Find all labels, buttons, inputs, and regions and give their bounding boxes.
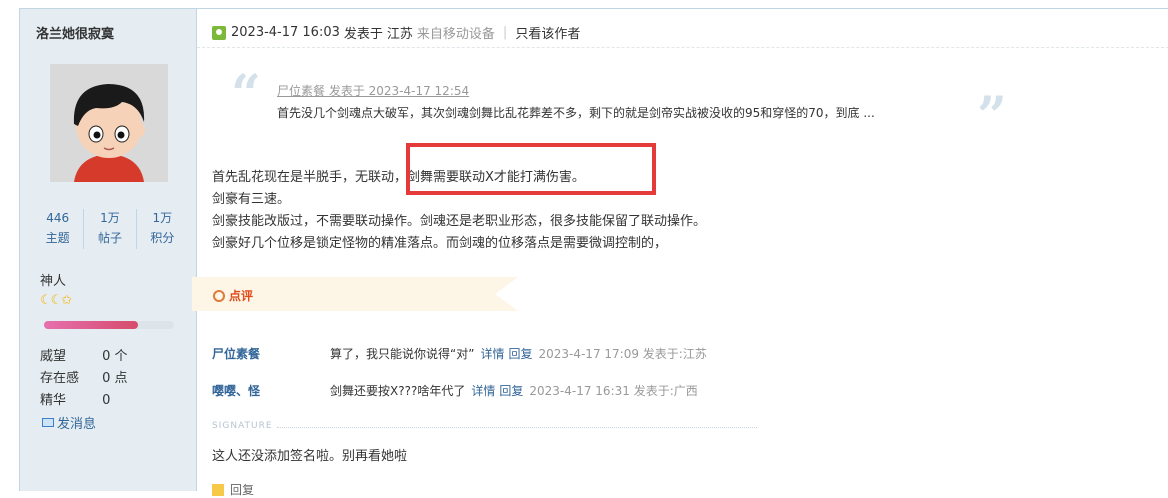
rank-progress-fill	[44, 321, 138, 329]
forum-post: 洛兰她很寂寞 446 主题 1万 帖子 1万 积分 神人 ☾☾✩ 威望 0 个 …	[19, 8, 1168, 497]
field-digest-key: 精华	[40, 393, 67, 408]
stat-topics-count: 446	[46, 211, 70, 225]
field-digest-value: 0	[102, 393, 111, 408]
header-divider: |	[502, 25, 508, 40]
avatar-image	[50, 64, 168, 182]
author-name[interactable]: 洛兰她很寂寞	[36, 23, 114, 42]
field-prestige: 威望 0 个	[40, 345, 128, 364]
signature-text: 这人还没添加签名啦。别再看她啦	[212, 449, 408, 464]
only-author-link[interactable]: 只看该作者	[515, 23, 580, 42]
stat-posts-label: 帖子	[97, 231, 122, 245]
field-prestige-key: 威望	[40, 349, 67, 364]
comment-text: 剑舞还要按X???啥年代了	[330, 384, 466, 398]
stat-topics-label: 主题	[45, 231, 70, 245]
quote-author-link[interactable]: 尸位素餐 发表于 2023-4-17 12:54	[277, 82, 469, 99]
red-highlight-box	[406, 143, 656, 195]
field-presence-key: 存在感	[40, 371, 80, 386]
avatar[interactable]	[50, 64, 168, 182]
field-presence-value: 0 点	[102, 371, 128, 386]
comment-section-label: 点评	[213, 287, 253, 304]
comment-label-text: 点评	[229, 289, 254, 303]
comment-detail-link[interactable]: 详情	[471, 382, 495, 399]
stat-posts[interactable]: 1万 帖子	[83, 209, 135, 249]
author-stats: 446 主题 1万 帖子 1万 积分	[32, 209, 188, 249]
user-rank[interactable]: 神人	[40, 270, 66, 289]
field-prestige-value: 0 个	[102, 349, 128, 364]
send-message-label: 发消息	[57, 417, 97, 432]
comment-reply-link[interactable]: 回复	[508, 345, 532, 362]
post-location: 江苏	[386, 27, 413, 42]
rank-moon-icons: ☾☾✩	[40, 293, 72, 308]
stat-points-label: 积分	[150, 231, 175, 245]
send-message-link[interactable]: 发消息	[42, 413, 96, 432]
post-datetime: 2023-4-17 16:03	[231, 25, 340, 40]
posted-in-label: 发表于	[343, 27, 383, 42]
header-divider-line	[197, 47, 1168, 48]
mail-icon	[42, 418, 54, 427]
close-quote-icon: ”	[977, 86, 1007, 147]
comment-meta: 2023-4-17 16:31 发表于:广西	[529, 384, 698, 398]
comment-user-link[interactable]: 尸位素餐	[212, 345, 330, 362]
signature-label: SIGNATURE	[212, 421, 273, 431]
post-line: 剑豪好几个位移是锁定怪物的精准落点。而剑魂的位移落点是需要微调控制的，	[212, 236, 668, 251]
field-presence: 存在感 0 点	[40, 367, 128, 386]
stat-posts-count: 1万	[100, 211, 120, 225]
stat-topics[interactable]: 446 主题	[32, 209, 83, 249]
comment-user-link[interactable]: 嘤嘤、怪	[212, 382, 330, 399]
comment-detail-link[interactable]: 详情	[480, 345, 504, 362]
comment-row: 嘤嘤、怪 剑舞还要按X???啥年代了 详情 回复 2023-4-17 16:31…	[212, 382, 698, 399]
comment-meta: 2023-4-17 17:09 发表于:江苏	[538, 347, 707, 361]
open-quote-icon: “	[231, 64, 261, 125]
post-line: 剑豪技能改版过，不需要联动操作。剑魂还是老职业形态，很多技能保留了联动操作。	[212, 214, 707, 229]
online-status-icon	[212, 25, 226, 40]
comment-row: 尸位素餐 算了，我只能说你说得“对” 详情 回复 2023-4-17 17:09…	[212, 345, 707, 362]
field-digest: 精华 0	[40, 389, 110, 408]
comment-reply-link[interactable]: 回复	[499, 382, 523, 399]
post-device: 来自移动设备	[416, 27, 495, 42]
signature-divider	[277, 427, 757, 428]
circle-icon	[213, 289, 225, 302]
post-main: 2023-4-17 16:03 发表于 江苏 来自移动设备 | 只看该作者 “ …	[192, 9, 1168, 497]
quote-text: 首先没几个剑魂点大破军，其次剑魂剑舞比乱花葬差不多，剩下的就是剑帝实战被没收的9…	[277, 106, 875, 120]
rank-progress-bar	[44, 321, 174, 329]
stat-points[interactable]: 1万 积分	[135, 209, 188, 249]
post-header: 2023-4-17 16:03 发表于 江苏 来自移动设备 | 只看该作者	[212, 23, 580, 42]
comment-text: 算了，我只能说你说得“对”	[330, 347, 475, 361]
stat-points-count: 1万	[152, 211, 173, 225]
author-sidebar: 洛兰她很寂寞 446 主题 1万 帖子 1万 积分 神人 ☾☾✩ 威望 0 个 …	[20, 9, 197, 491]
